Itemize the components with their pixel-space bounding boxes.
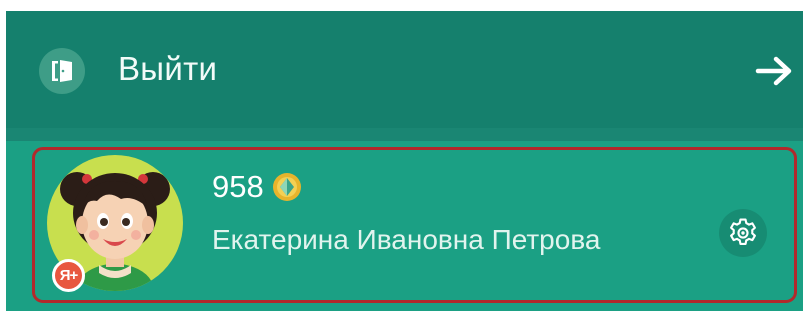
user-full-name: Екатерина Ивановна Петрова <box>212 224 601 255</box>
ya-plus-badge: Я+ <box>52 259 85 292</box>
gem-icon <box>272 172 302 202</box>
profile-card: Я+ 958 Екатерина Ивановна Петрова <box>6 141 803 311</box>
settings-button[interactable] <box>719 209 767 257</box>
exit-door-icon <box>39 48 85 94</box>
logout-label: Выйти <box>118 50 218 87</box>
gear-icon <box>730 218 756 245</box>
divider <box>6 128 803 141</box>
points-display: 958 <box>212 169 302 205</box>
arrow-right-icon <box>755 55 795 87</box>
account-menu: Выйти Я+ 958 Екатерина Ивановна Петрова <box>6 11 803 311</box>
points-value: 958 <box>212 169 264 204</box>
logout-row[interactable]: Выйти <box>6 11 803 128</box>
